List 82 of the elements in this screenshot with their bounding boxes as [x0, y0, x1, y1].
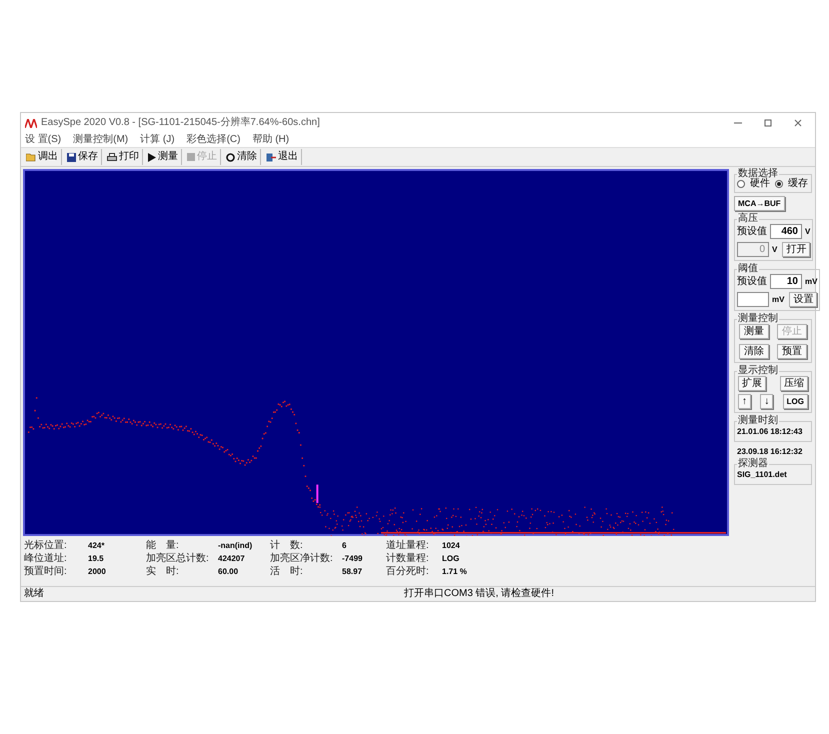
radio-button[interactable] [737, 180, 745, 188]
group-title: 测量时刻 [737, 416, 779, 426]
info-label: 百分死时: [386, 567, 430, 577]
info-value: 60.00 [218, 568, 240, 576]
circle-icon [226, 152, 235, 162]
radio-label: 硬件 [750, 179, 770, 189]
info-label: 计 数: [270, 541, 304, 551]
menu-item[interactable]: 设 置(S) [25, 135, 62, 145]
info-value: 58.97 [342, 568, 364, 576]
info-label: 加亮区净计数: [270, 554, 334, 564]
toolbar-button[interactable]: 保存 [64, 149, 102, 165]
folder-icon [26, 152, 36, 162]
info-value: -7499 [342, 555, 364, 563]
info-value: 2000 [88, 568, 107, 576]
field-label: 预设值 [737, 276, 767, 286]
push-button[interactable]: ↑ [738, 394, 751, 409]
info-value: 1024 [442, 542, 461, 550]
push-button[interactable]: MCA→BUF [734, 196, 785, 211]
maximize-icon [763, 118, 773, 128]
input-field[interactable]: 10 [770, 274, 802, 289]
info-value: -nan(ind) [218, 542, 254, 550]
window-title: EasySpe 2020 V0.8 - [SG-1101-215045-分辨率7.64%-60s.chn] [41, 118, 320, 128]
unit-label: mV [805, 278, 818, 286]
date-value: 23.09.18 16:12:32 [736, 448, 804, 456]
toolbar-button[interactable]: 退出 [263, 149, 302, 165]
menu-item[interactable]: 彩色选择(C) [186, 135, 240, 145]
toolbar-button[interactable]: 测量 [145, 149, 182, 165]
field-label: 预设值 [737, 226, 767, 236]
info-label: 计数量程: [386, 554, 430, 564]
menu-item[interactable]: 计算 (J) [140, 135, 175, 145]
info-label: 实 时: [146, 567, 180, 577]
push-button[interactable]: 设置 [789, 292, 818, 307]
cursor-marker[interactable] [316, 484, 318, 503]
group-title: 高压 [737, 214, 759, 224]
logo-icon [25, 118, 37, 128]
info-value: 19.5 [88, 555, 105, 563]
door-icon [266, 152, 276, 162]
unit-label: V [805, 228, 810, 236]
menu-item[interactable]: 测量控制(M) [73, 135, 128, 145]
push-button[interactable]: 压缩 [780, 376, 808, 391]
info-label: 加亮区总计数: [146, 554, 210, 564]
status-message: 打开串口COM3 错误, 请检查硬件! [404, 589, 554, 599]
close-icon [793, 118, 803, 128]
play-icon [148, 152, 156, 162]
info-label: 活 时: [270, 567, 304, 577]
status-text: 就绪 [24, 589, 45, 599]
unit-label: V [772, 246, 778, 254]
info-value: 1.71 % [442, 568, 468, 576]
detector-value: SIG_1101.det [737, 469, 788, 481]
info-value: LOG [442, 555, 460, 563]
square-icon [187, 153, 195, 161]
input-field[interactable]: 460 [770, 224, 802, 239]
info-value: 424* [88, 542, 106, 550]
push-button[interactable]: LOG [782, 394, 808, 409]
input-field[interactable] [737, 292, 769, 307]
group-title: 探测器 [737, 459, 769, 469]
time-value: 21.01.06 18:12:43 [737, 426, 804, 438]
info-value: 6 [342, 542, 348, 550]
push-button[interactable]: 清除 [739, 344, 769, 359]
info-value: 424207 [218, 555, 246, 563]
push-button[interactable]: ↓ [760, 394, 774, 409]
group-title: 阈值 [737, 264, 759, 274]
push-button[interactable]: 预置 [777, 344, 807, 359]
group-title: 显示控制 [737, 366, 779, 376]
push-button[interactable]: 测量 [739, 324, 769, 339]
group-title: 数据选择 [737, 169, 779, 179]
toolbar-button[interactable]: 调出 [23, 149, 62, 165]
info-label: 光标位置: [24, 541, 68, 551]
info-label: 道址量程: [386, 541, 430, 551]
info-label: 预置时间: [24, 567, 68, 577]
push-button[interactable]: 打开 [782, 242, 810, 257]
info-label: 峰位道址: [24, 554, 68, 564]
group-title: 测量控制 [737, 314, 779, 324]
printer-icon [107, 152, 117, 162]
toolbar-button[interactable]: 清除 [223, 149, 261, 165]
radio-button[interactable] [775, 180, 783, 188]
unit-label: mV [772, 296, 784, 304]
menu-item[interactable]: 帮助 (H) [252, 135, 290, 145]
toolbar-button[interactable]: 打印 [104, 149, 143, 165]
info-label: 能 量: [146, 541, 180, 551]
radio-label: 缓存 [788, 179, 808, 189]
push-button[interactable]: 扩展 [738, 376, 766, 391]
